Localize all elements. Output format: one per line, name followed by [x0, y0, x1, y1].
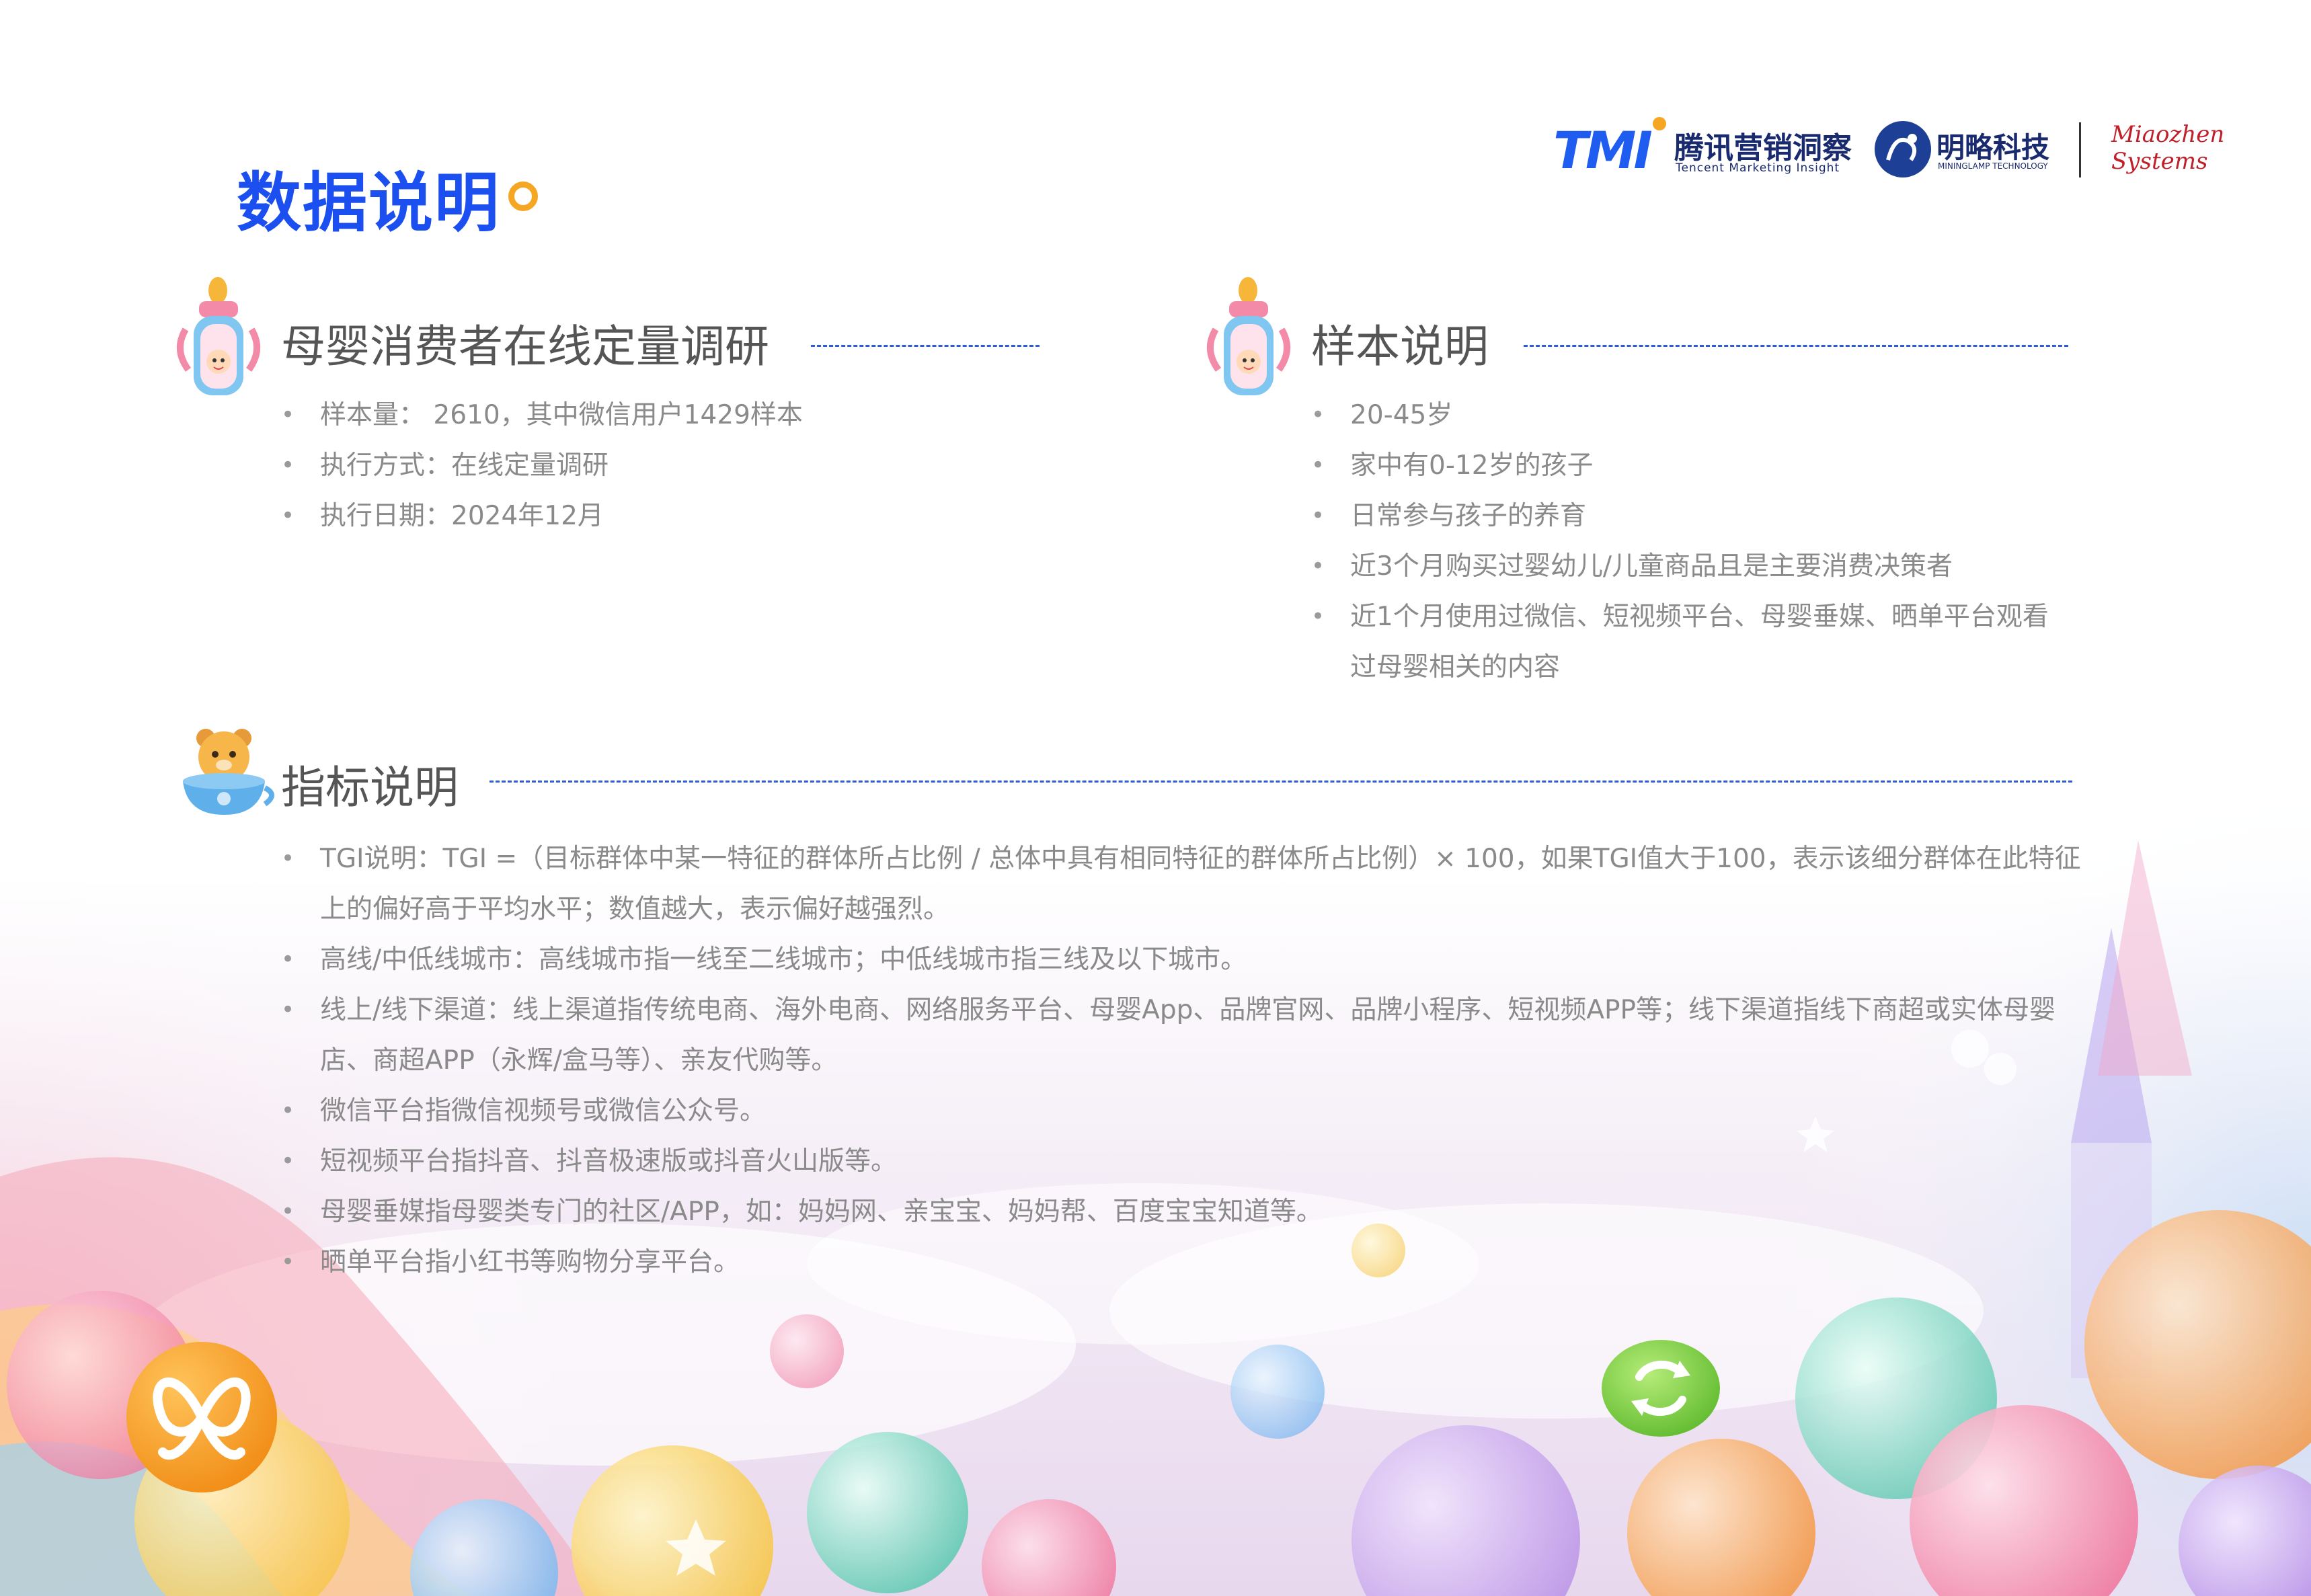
list-item: 微信平台指微信视频号或微信公众号。	[281, 1086, 2097, 1136]
metrics-heading: 指标说明	[281, 762, 459, 813]
tmi-logo: TMI	[1553, 120, 1653, 180]
mininglamp-logo-icon	[1875, 121, 1931, 177]
list-item: 晒单平台指小红书等购物分享平台。	[281, 1237, 2097, 1287]
list-item: 线上/线下渠道：线上渠道指传统电商、海外电商、网络服务平台、母婴App、品牌官网…	[281, 985, 2097, 1086]
list-item: 家中有0-12岁的孩子	[1311, 440, 2064, 491]
list-item: 样本量： 2610，其中微信用户1429样本	[281, 390, 1155, 440]
list-item: 执行日期：2024年12月	[281, 491, 1155, 541]
list-item: 日常参与孩子的养育	[1311, 491, 2064, 541]
list-item: 母婴垂媒指母婴类专门的社区/APP，如：妈妈网、亲宝宝、妈妈帮、百度宝宝知道等。	[281, 1187, 2097, 1237]
title-ring-decoration	[508, 182, 538, 211]
partner-logos: TMI 腾讯营销洞察 Tencent Marketing Insight 明略科…	[1553, 113, 2224, 187]
miaozhen-logo: Miaozhen Systems	[2111, 121, 2224, 175]
miaozhen-line1: Miaozhen	[2111, 121, 2225, 148]
mininglamp-name-cn: 明略科技	[1936, 131, 2050, 164]
survey-heading-divider	[811, 345, 1040, 347]
survey-list: 样本量： 2610，其中微信用户1429样本 执行方式：在线定量调研 执行日期：…	[281, 390, 1155, 541]
survey-heading: 母婴消费者在线定量调研	[281, 321, 769, 372]
list-item: 高线/中低线城市：高线城市指一线至二线城市；中低线城市指三线及以下城市。	[281, 934, 2097, 985]
list-item: 短视频平台指抖音、抖音极速版或抖音火山版等。	[281, 1136, 2097, 1187]
list-item: 执行方式：在线定量调研	[281, 440, 1155, 491]
logo-divider	[2079, 122, 2081, 177]
sample-list: 20-45岁 家中有0-12岁的孩子 日常参与孩子的养育 近3个月购买过婴幼儿/…	[1311, 390, 2064, 692]
tmi-name-en: Tencent Marketing Insight	[1676, 161, 1840, 175]
tmi-logo-dot	[1653, 117, 1666, 130]
list-item: 20-45岁	[1311, 390, 2064, 440]
miaozhen-line2: Systems	[2111, 148, 2208, 175]
metrics-heading-divider	[489, 781, 2072, 783]
list-item: 近3个月购买过婴幼儿/儿童商品且是主要消费决策者	[1311, 541, 2064, 592]
tmi-name-cn: 腾讯营销洞察	[1674, 131, 1852, 165]
butterfly-logo-icon	[126, 1342, 277, 1492]
list-item: 近1个月使用过微信、短视频平台、母婴垂媒、晒单平台观看过母婴相关的内容	[1311, 592, 2064, 692]
sample-heading: 样本说明	[1311, 321, 1489, 372]
metrics-list: TGI说明：TGI =（目标群体中某一特征的群体所占比例 / 总体中具有相同特征…	[281, 834, 2097, 1287]
sample-heading-divider	[1524, 345, 2068, 347]
mininglamp-name-en: MININGLAMP TECHNOLOGY	[1938, 161, 2048, 171]
list-item: TGI说明：TGI =（目标群体中某一特征的群体所占比例 / 总体中具有相同特征…	[281, 834, 2097, 934]
teddy-bear-cup-icon	[183, 729, 274, 815]
baby-bottle-icon	[1206, 277, 1291, 395]
page-title: 数据说明	[237, 165, 500, 241]
baby-bottle-icon	[176, 277, 261, 395]
recycle-logo-icon	[1602, 1340, 1720, 1437]
